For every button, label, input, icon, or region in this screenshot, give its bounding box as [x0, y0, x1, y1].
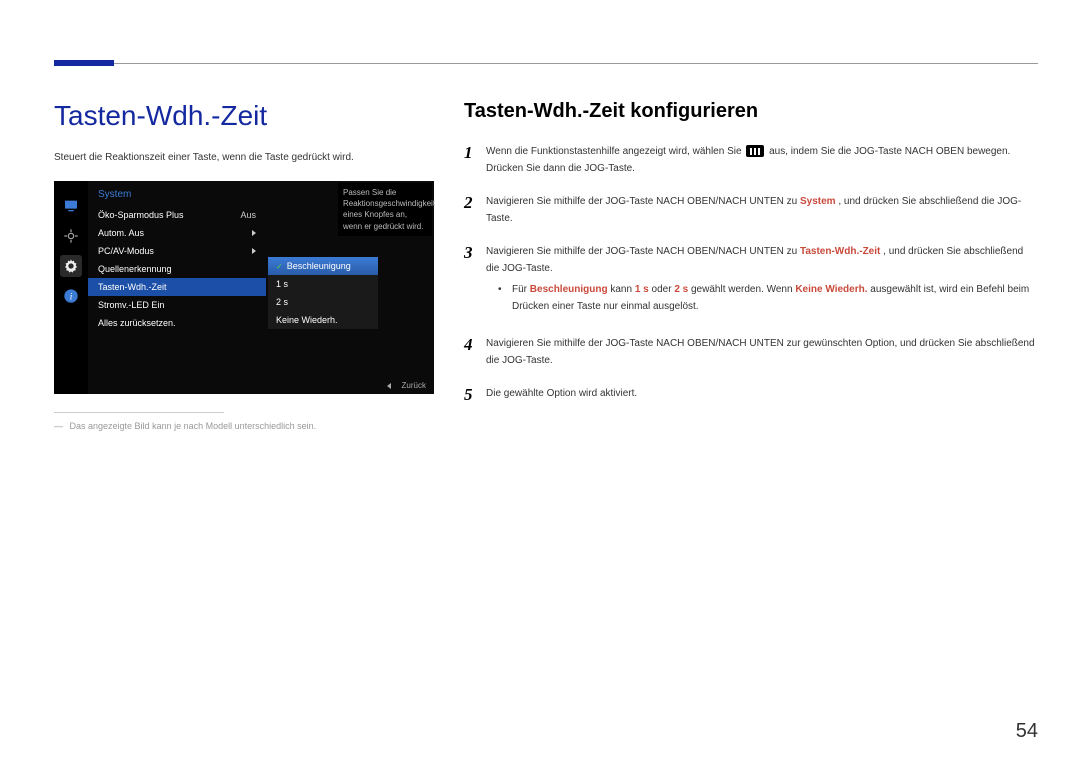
step-text: Navigieren Sie mithilfe der JOG-Taste NA… [486, 243, 1038, 319]
sub-title: Tasten-Wdh.-Zeit konfigurieren [464, 100, 1038, 123]
bullet-text: Für Beschleunigung kann 1 s oder 2 s gew… [512, 281, 1038, 315]
osd-submenu-label: Keine Wiederh. [276, 315, 338, 325]
osd-submenu-item: 2 s [268, 293, 378, 311]
gear-icon [60, 255, 82, 277]
svg-text:i: i [70, 292, 73, 302]
osd-main: System Öko-Sparmodus Plus Aus Autom. Aus… [88, 181, 434, 394]
osd-menu-label: Öko-Sparmodus Plus [98, 210, 184, 220]
step-number: 1 [464, 143, 486, 163]
osd-menu-label: Alles zurücksetzen. [98, 318, 176, 328]
osd-sidebar: i [54, 181, 88, 394]
osd-submenu-item-selected: ✓ Beschleunigung [268, 257, 378, 275]
osd-submenu-item: Keine Wiederh. [268, 311, 378, 329]
step-text-part: Wenn die Funktionstastenhilfe angezeigt … [486, 146, 744, 157]
osd-menu-label: Stromv.-LED Ein [98, 300, 164, 310]
step-number: 2 [464, 193, 486, 213]
check-icon: ✓ [276, 262, 283, 271]
osd-menu-label: Tasten-Wdh.-Zeit [98, 282, 167, 292]
step-number: 5 [464, 385, 486, 405]
sub-bullet: • Für Beschleunigung kann 1 s oder 2 s g… [498, 281, 1038, 315]
osd-footer: Zurück [387, 381, 426, 390]
step: 4 Navigieren Sie mithilfe der JOG-Taste … [464, 335, 1038, 369]
main-title: Tasten-Wdh.-Zeit [54, 100, 434, 132]
bullet-text-part: kann [610, 284, 634, 295]
osd-submenu-label: Beschleunigung [287, 261, 351, 271]
step-text-part: Navigieren Sie mithilfe der JOG-Taste NA… [486, 196, 800, 207]
osd-menu-item: Stromv.-LED Ein [88, 296, 266, 314]
osd-menu-label: PC/AV-Modus [98, 246, 154, 256]
step: 1 Wenn die Funktionstastenhilfe angezeig… [464, 143, 1038, 177]
description-text: Steuert die Reaktionszeit einer Taste, w… [54, 152, 434, 163]
highlight-term: 2 s [674, 284, 688, 295]
highlight-term: Keine Wiederh. [795, 284, 867, 295]
bullet-text-part: gewählt werden. Wenn [691, 284, 795, 295]
step-text-part: Navigieren Sie mithilfe der JOG-Taste NA… [486, 246, 800, 257]
osd-screenshot: i System Öko-Sparmodus Plus Aus Autom. A… [54, 181, 434, 394]
page-content: Tasten-Wdh.-Zeit Steuert die Reaktionsze… [54, 100, 1038, 431]
step-number: 4 [464, 335, 486, 355]
osd-menu-item: Autom. Aus [88, 224, 266, 242]
right-column: Tasten-Wdh.-Zeit konfigurieren 1 Wenn di… [464, 100, 1038, 431]
osd-menu: Öko-Sparmodus Plus Aus Autom. Aus PC/AV-… [88, 206, 266, 332]
step-number: 3 [464, 243, 486, 263]
chevron-right-icon [252, 230, 256, 236]
osd-menu-value: Aus [240, 210, 256, 220]
highlight-term: 1 s [635, 284, 649, 295]
header-accent [54, 60, 114, 66]
chevron-right-icon [252, 248, 256, 254]
footnote: ― Das angezeigte Bild kann je nach Model… [54, 421, 434, 431]
step: 2 Navigieren Sie mithilfe der JOG-Taste … [464, 193, 1038, 227]
osd-menu-item: Quellenerkennung [88, 260, 266, 278]
info-icon: i [60, 285, 82, 307]
osd-footer-label: Zurück [402, 381, 426, 390]
page-number: 54 [1016, 720, 1038, 743]
osd-submenu-label: 2 s [276, 297, 288, 307]
left-column: Tasten-Wdh.-Zeit Steuert die Reaktionsze… [54, 100, 434, 431]
osd-menu-item: PC/AV-Modus [88, 242, 266, 260]
osd-submenu: ✓ Beschleunigung 1 s 2 s Keine Wiederh. [268, 257, 378, 329]
osd-submenu-label: 1 s [276, 279, 288, 289]
highlight-term: System [800, 196, 836, 207]
highlight-term: Beschleunigung [530, 284, 608, 295]
header-divider [54, 63, 1038, 64]
highlight-term: Tasten-Wdh.-Zeit [800, 246, 880, 257]
separator [54, 412, 224, 413]
bullet-text-part: oder [652, 284, 675, 295]
target-icon [60, 225, 82, 247]
footnote-dash: ― [54, 421, 63, 431]
steps-list: 1 Wenn die Funktionstastenhilfe angezeig… [464, 143, 1038, 405]
step: 3 Navigieren Sie mithilfe der JOG-Taste … [464, 243, 1038, 319]
osd-menu-label: Autom. Aus [98, 228, 144, 238]
osd-menu-item-selected: Tasten-Wdh.-Zeit [88, 278, 266, 296]
step: 5 Die gewählte Option wird aktiviert. [464, 385, 1038, 405]
osd-tooltip: Passen Sie die Reaktionsgeschwindigkeit … [338, 183, 432, 236]
osd-menu-item: Öko-Sparmodus Plus Aus [88, 206, 266, 224]
osd-menu-label: Quellenerkennung [98, 264, 172, 274]
osd-submenu-item: 1 s [268, 275, 378, 293]
bullet-text-part: Für [512, 284, 530, 295]
menu-bars-icon [746, 145, 764, 157]
step-text: Wenn die Funktionstastenhilfe angezeigt … [486, 143, 1038, 177]
back-arrow-icon [387, 383, 391, 389]
step-text: Die gewählte Option wird aktiviert. [486, 385, 1038, 402]
footnote-text: Das angezeigte Bild kann je nach Modell … [70, 421, 317, 431]
monitor-icon [60, 195, 82, 217]
bullet-dot: • [498, 281, 512, 315]
step-text: Navigieren Sie mithilfe der JOG-Taste NA… [486, 335, 1038, 369]
osd-menu-item: Alles zurücksetzen. [88, 314, 266, 332]
step-text: Navigieren Sie mithilfe der JOG-Taste NA… [486, 193, 1038, 227]
